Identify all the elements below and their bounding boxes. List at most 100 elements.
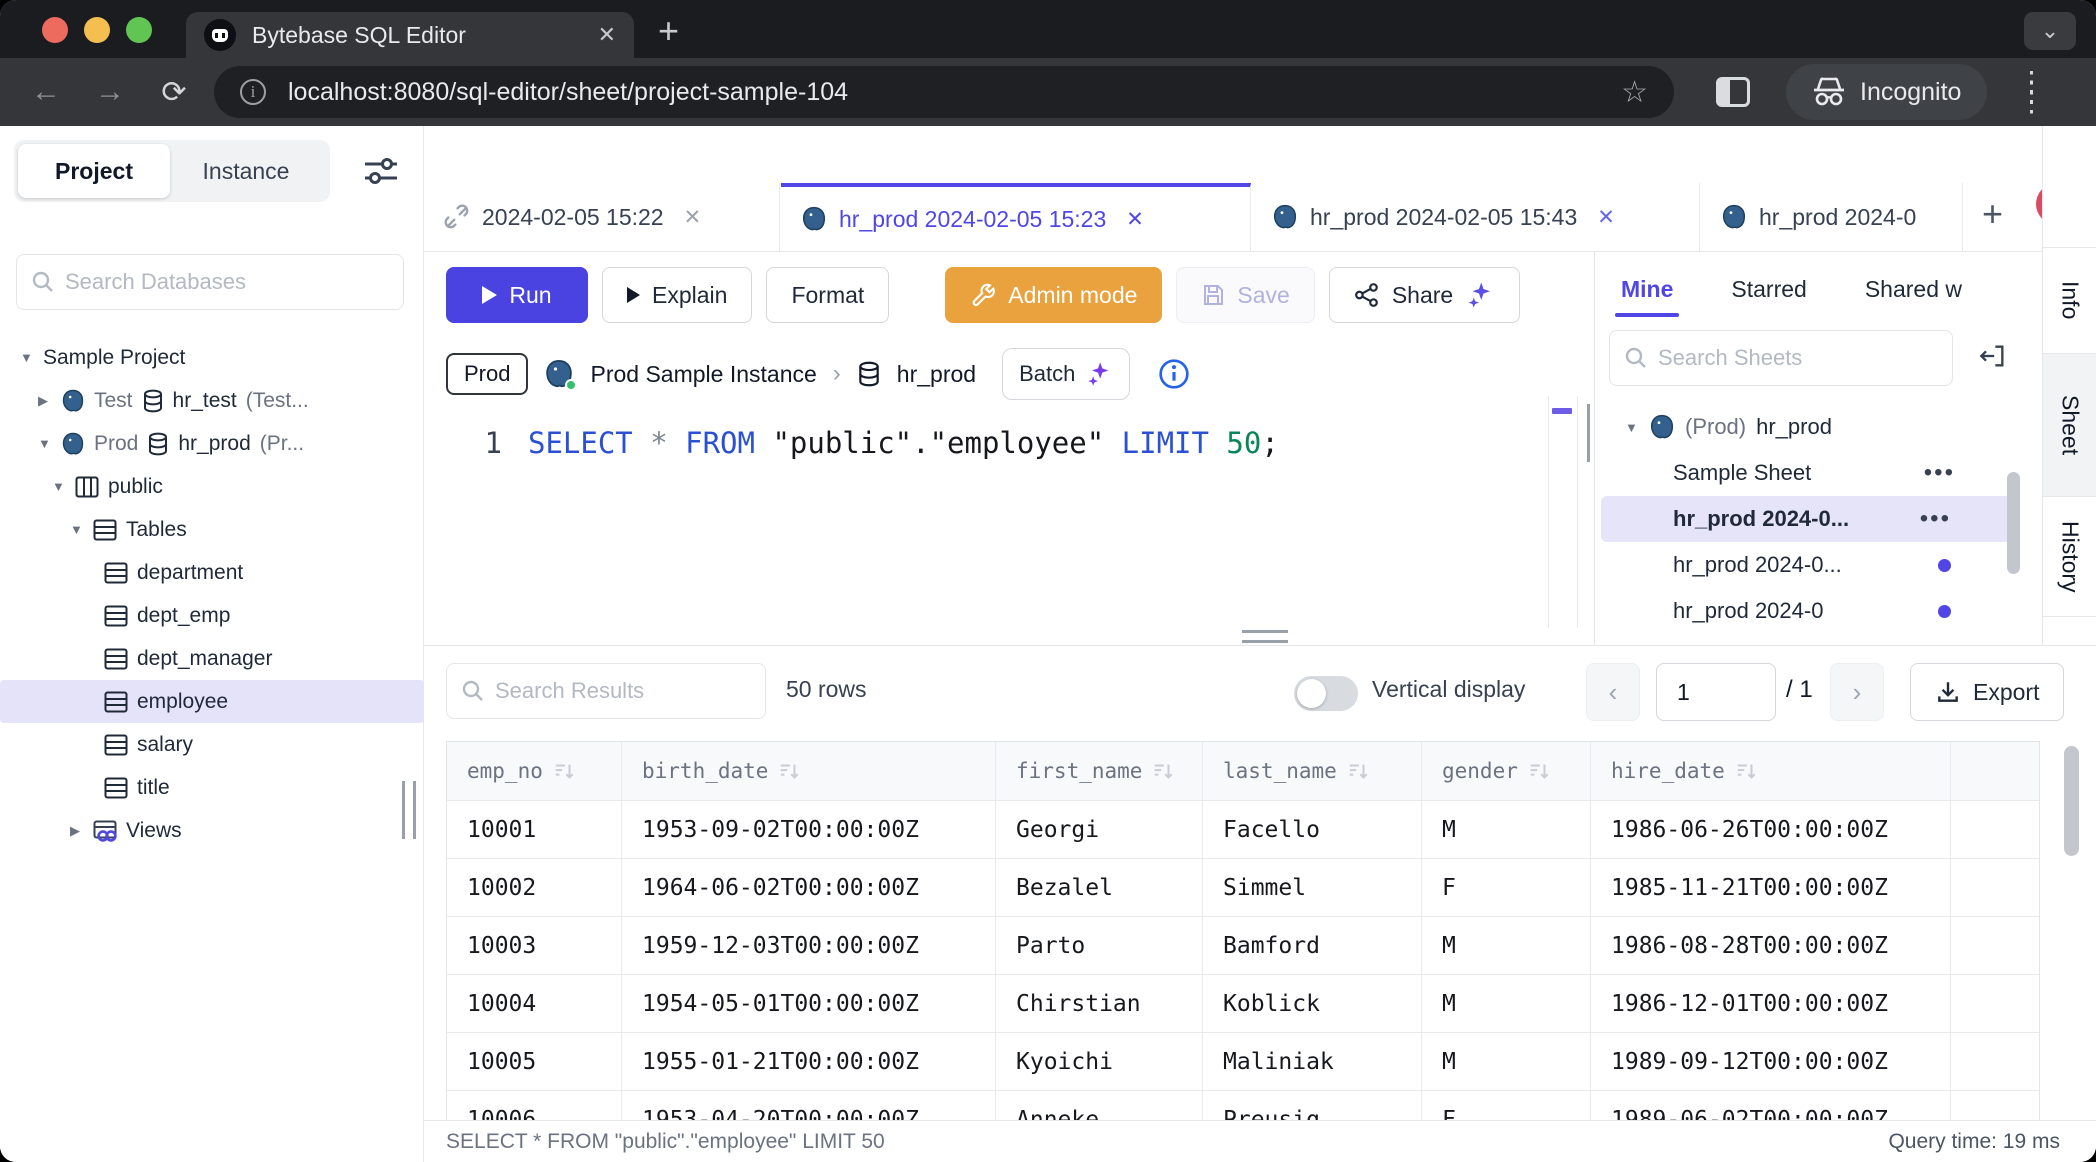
- sort-icon[interactable]: [778, 760, 800, 782]
- tree-item-hr-test[interactable]: ▶ Test hr_test (Test...: [0, 379, 424, 422]
- forward-icon[interactable]: →: [92, 75, 128, 109]
- window-minimize-button[interactable]: [84, 17, 110, 43]
- tree-group-views[interactable]: ▶ Views: [0, 809, 424, 852]
- editor-minimap[interactable]: [1548, 396, 1578, 628]
- explain-button[interactable]: Explain: [602, 267, 752, 323]
- search-results-box[interactable]: [446, 663, 766, 719]
- worksheet-tab-1[interactable]: 2024-02-05 15:22 ✕: [424, 183, 780, 251]
- share-button[interactable]: Share: [1329, 267, 1520, 323]
- caret-down-icon[interactable]: ▼: [1625, 420, 1639, 435]
- cell[interactable]: 10001: [447, 801, 622, 858]
- tree-item-table-salary[interactable]: salary: [0, 723, 424, 766]
- tab-instance[interactable]: Instance: [170, 144, 322, 198]
- cell[interactable]: F: [1422, 1091, 1591, 1120]
- database-name[interactable]: hr_prod: [897, 361, 976, 388]
- window-maximize-button[interactable]: [126, 17, 152, 43]
- filter-sliders-icon[interactable]: [363, 154, 399, 188]
- cell[interactable]: 1986-06-26T00:00:00Z: [1591, 801, 1951, 858]
- batch-button[interactable]: Batch: [1002, 348, 1130, 400]
- cell[interactable]: 10003: [447, 917, 622, 974]
- cell[interactable]: 1964-06-02T00:00:00Z: [622, 859, 996, 916]
- sort-icon[interactable]: [1152, 760, 1174, 782]
- cell[interactable]: Maliniak: [1203, 1033, 1422, 1090]
- sheet-list-scrollbar[interactable]: [2007, 472, 2020, 574]
- column-header[interactable]: birth_date: [622, 742, 996, 800]
- browser-menu-icon[interactable]: ⋮⋮⋮: [2017, 77, 2045, 107]
- tree-item-table-dept-manager[interactable]: dept_manager: [0, 637, 424, 680]
- new-tab-button[interactable]: +: [658, 10, 679, 52]
- tree-item-table-department[interactable]: department: [0, 551, 424, 594]
- cell[interactable]: Anneke: [996, 1091, 1203, 1120]
- cell[interactable]: F: [1422, 859, 1591, 916]
- table-row[interactable]: 10005 1955-01-21T00:00:00Z Kyoichi Malin…: [447, 1032, 2039, 1090]
- sheet-menu-icon[interactable]: •••: [1920, 505, 1951, 533]
- search-results-input[interactable]: [495, 678, 751, 704]
- sheet-group-hr-prod[interactable]: ▼ (Prod) hr_prod: [1595, 404, 2042, 450]
- bookmark-star-icon[interactable]: ☆: [1621, 75, 1648, 110]
- tab-search-chevron-icon[interactable]: ⌄: [2024, 12, 2076, 50]
- site-info-icon[interactable]: i: [240, 79, 266, 105]
- sort-icon[interactable]: [553, 760, 575, 782]
- cell[interactable]: 1954-05-01T00:00:00Z: [622, 975, 996, 1032]
- cell[interactable]: 10004: [447, 975, 622, 1032]
- add-worksheet-button[interactable]: +: [1982, 193, 2003, 235]
- table-row[interactable]: 10003 1959-12-03T00:00:00Z Parto Bamford…: [447, 916, 2039, 974]
- cell[interactable]: 1985-11-21T00:00:00Z: [1591, 859, 1951, 916]
- search-databases-input[interactable]: [65, 269, 389, 295]
- cell[interactable]: Preusig: [1203, 1091, 1422, 1120]
- worksheet-tab-4[interactable]: hr_prod 2024-0: [1701, 183, 1963, 251]
- cell[interactable]: Kyoichi: [996, 1033, 1203, 1090]
- cell[interactable]: Koblick: [1203, 975, 1422, 1032]
- column-header[interactable]: gender: [1422, 742, 1591, 800]
- caret-right-icon[interactable]: ▶: [38, 393, 52, 409]
- cell[interactable]: 1953-09-02T00:00:00Z: [622, 801, 996, 858]
- browser-tab-close-icon[interactable]: ✕: [590, 22, 616, 48]
- window-close-button[interactable]: [42, 17, 68, 43]
- address-bar[interactable]: i localhost:8080/sql-editor/sheet/projec…: [214, 66, 1674, 118]
- cell[interactable]: M: [1422, 917, 1591, 974]
- sort-icon[interactable]: [1347, 760, 1369, 782]
- tab-starred[interactable]: Starred: [1731, 276, 1806, 303]
- search-sheets-input[interactable]: [1658, 345, 1938, 371]
- sheet-item-3[interactable]: hr_prod 2024-0...: [1595, 542, 2042, 588]
- cell[interactable]: Bezalel: [996, 859, 1203, 916]
- caret-down-icon[interactable]: ▼: [38, 436, 52, 451]
- results-resize-handle[interactable]: [1242, 630, 1288, 643]
- close-tab-icon[interactable]: ✕: [1126, 207, 1144, 232]
- caret-right-icon[interactable]: ▶: [70, 823, 84, 839]
- sort-icon[interactable]: [1528, 760, 1550, 782]
- tree-item-table-title[interactable]: title: [0, 766, 424, 809]
- cell[interactable]: 1986-08-28T00:00:00Z: [1591, 917, 1951, 974]
- caret-down-icon[interactable]: ▼: [20, 350, 34, 365]
- search-databases-box[interactable]: [16, 254, 404, 310]
- tree-item-table-employee[interactable]: employee: [0, 680, 424, 723]
- cell[interactable]: 1955-01-21T00:00:00Z: [622, 1033, 996, 1090]
- column-header[interactable]: last_name: [1203, 742, 1422, 800]
- column-header[interactable]: emp_no: [447, 742, 622, 800]
- caret-down-icon[interactable]: ▼: [52, 479, 66, 494]
- cell[interactable]: Bamford: [1203, 917, 1422, 974]
- tree-item-table-dept-emp[interactable]: dept_emp: [0, 594, 424, 637]
- tree-group-tables[interactable]: ▼ Tables: [0, 508, 424, 551]
- column-header[interactable]: first_name: [996, 742, 1203, 800]
- page-number-input[interactable]: [1656, 663, 1776, 721]
- close-tab-icon[interactable]: ✕: [684, 205, 702, 230]
- cell[interactable]: Georgi: [996, 801, 1203, 858]
- prev-page-button[interactable]: ‹: [1586, 663, 1640, 721]
- cell[interactable]: 1989-09-12T00:00:00Z: [1591, 1033, 1951, 1090]
- cell[interactable]: 10005: [447, 1033, 622, 1090]
- instance-name[interactable]: Prod Sample Instance: [590, 361, 816, 388]
- table-row[interactable]: 10002 1964-06-02T00:00:00Z Bezalel Simme…: [447, 858, 2039, 916]
- admin-mode-button[interactable]: Admin mode: [945, 267, 1162, 323]
- save-button[interactable]: Save: [1176, 267, 1314, 323]
- environment-chip[interactable]: Prod: [446, 353, 528, 395]
- cell[interactable]: 1989-06-02T00:00:00Z: [1591, 1091, 1951, 1120]
- cell[interactable]: 1986-12-01T00:00:00Z: [1591, 975, 1951, 1032]
- browser-tab[interactable]: Bytebase SQL Editor ✕: [186, 12, 634, 58]
- worksheet-tab-3[interactable]: hr_prod 2024-02-05 15:43 ✕: [1252, 183, 1700, 251]
- tree-item-hr-prod[interactable]: ▼ Prod hr_prod (Pr...: [0, 422, 424, 465]
- cell[interactable]: 1959-12-03T00:00:00Z: [622, 917, 996, 974]
- results-scrollbar[interactable]: [2064, 746, 2079, 856]
- table-row-partial[interactable]: 10006 1953-04-20T00:00:00Z Anneke Preusi…: [447, 1090, 2039, 1120]
- tab-shared[interactable]: Shared w: [1865, 276, 1962, 303]
